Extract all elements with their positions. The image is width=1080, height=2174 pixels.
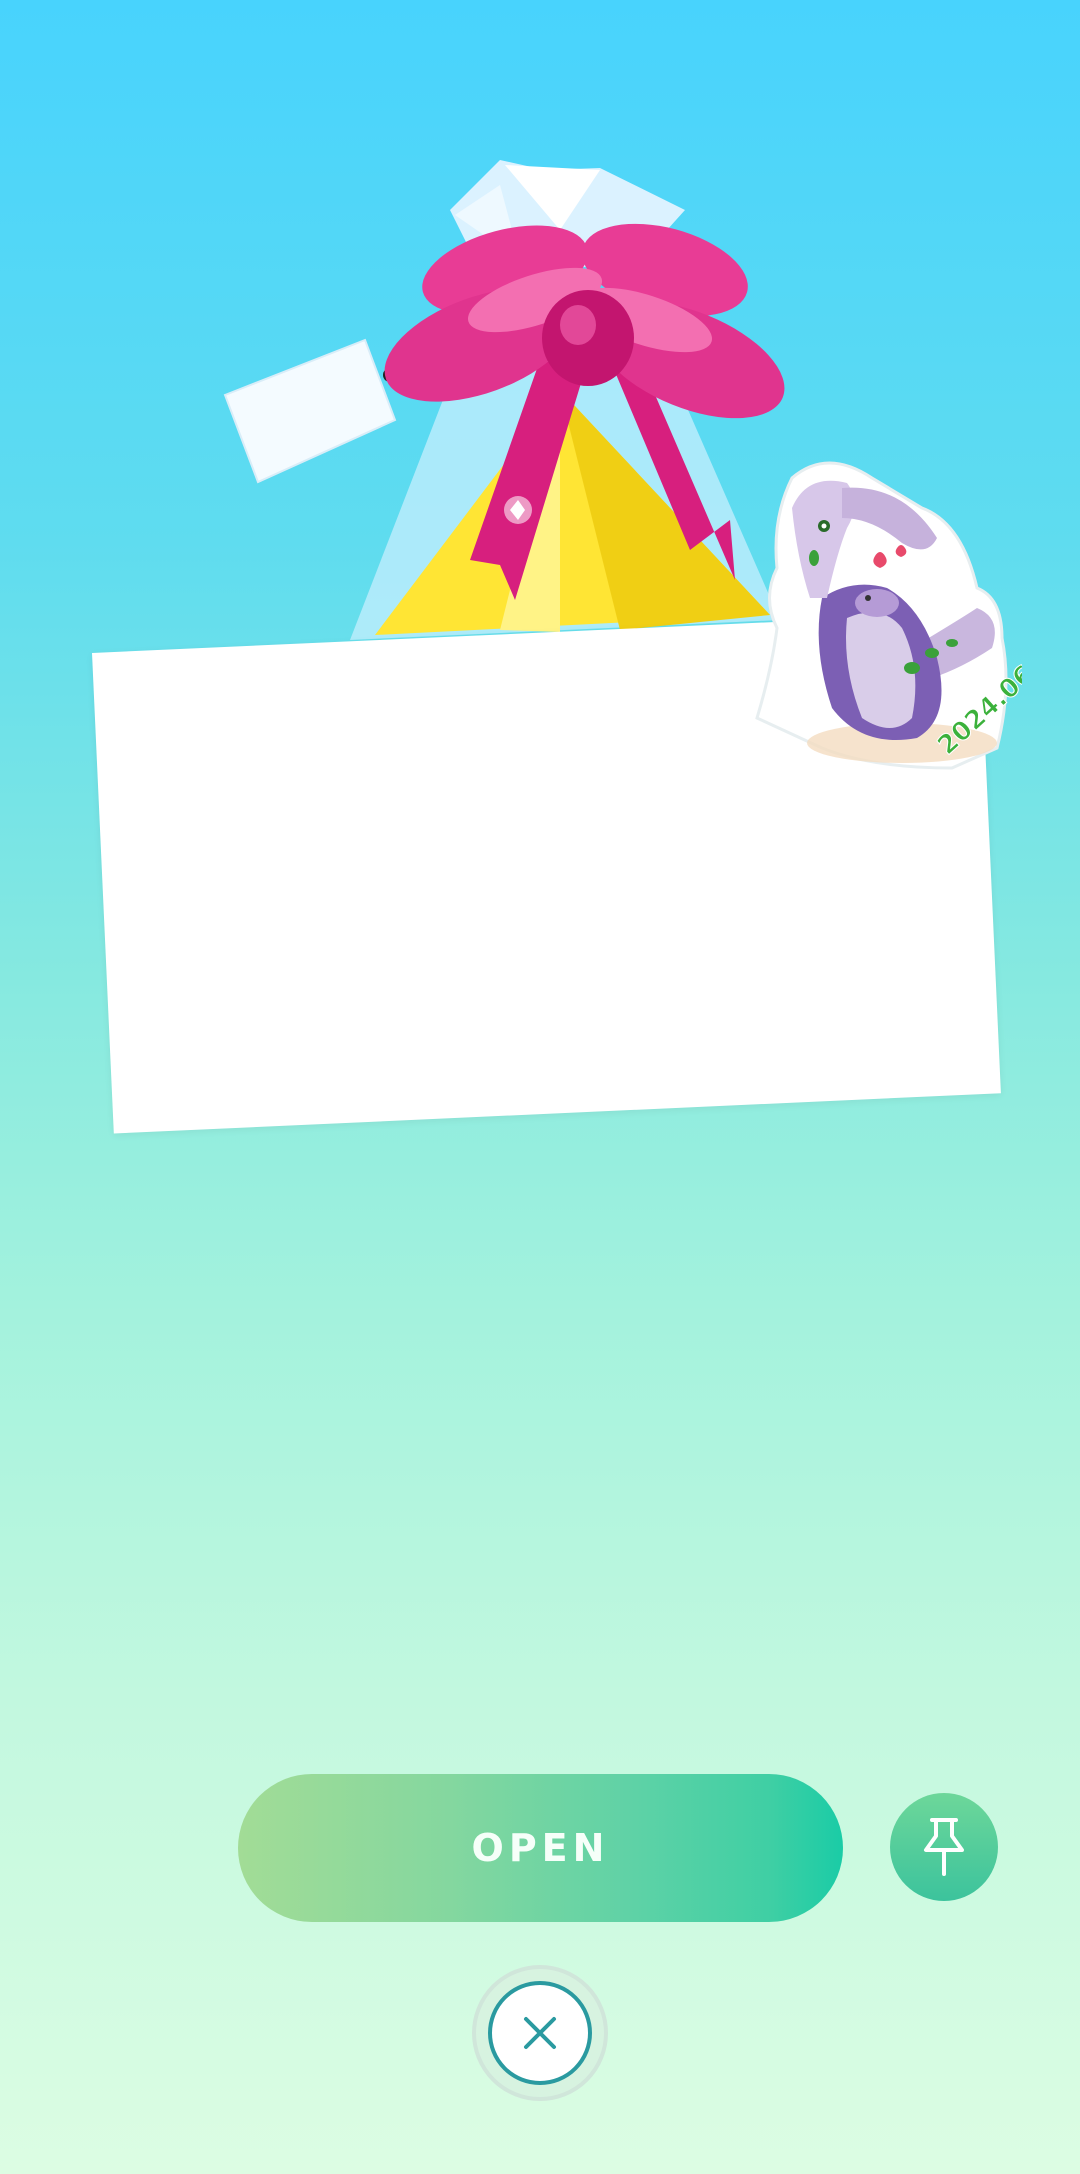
open-button[interactable]: OPEN (238, 1774, 843, 1922)
goodra-sticker-icon: 2024.06 (755, 461, 1022, 770)
close-button-inner (488, 1981, 592, 2085)
pin-icon (924, 1818, 964, 1876)
pin-button[interactable] (890, 1793, 998, 1901)
close-icon (524, 2017, 556, 2049)
close-button[interactable] (472, 1965, 608, 2101)
open-button-label: OPEN (471, 1826, 610, 1870)
